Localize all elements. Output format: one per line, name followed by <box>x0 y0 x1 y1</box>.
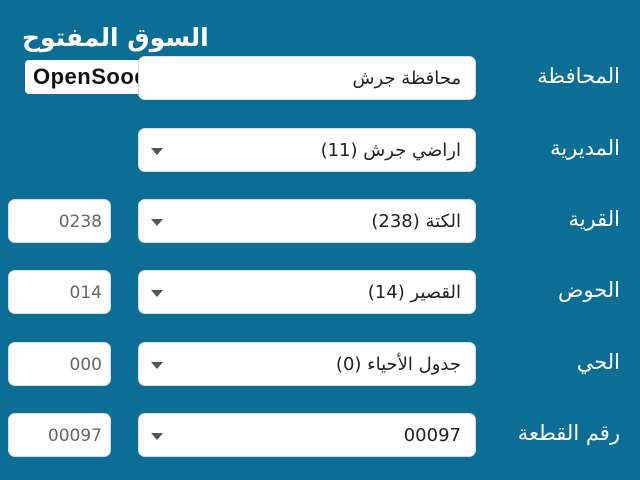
neighborhood-row: الحي جدول الأحياء (0) 000 <box>0 342 640 388</box>
chevron-down-icon <box>151 219 163 226</box>
basin-row: الحوض القصير (14) 014 <box>0 270 640 316</box>
village-code-value: 0238 <box>58 212 102 232</box>
neighborhood-select[interactable]: جدول الأحياء (0) <box>138 342 476 386</box>
governorate-label: المحافظة <box>537 64 620 88</box>
village-value: الكتة (238) <box>371 211 461 232</box>
plot-number-code-field[interactable]: 00097 <box>8 413 111 457</box>
opensooq-arabic-logo: السوق المفتوح <box>22 23 209 52</box>
plot-number-select[interactable]: 00097 <box>138 413 476 457</box>
directorate-select[interactable]: اراضي جرش (11) <box>138 128 476 172</box>
governorate-row: المحافظة محافظة جرش <box>0 56 640 102</box>
chevron-down-icon <box>151 433 163 440</box>
chevron-down-icon <box>151 290 163 297</box>
plot-number-value: 00097 <box>403 425 461 446</box>
plot-number-row: رقم القطعة 00097 00097 <box>0 413 640 459</box>
neighborhood-code-field[interactable]: 000 <box>8 342 111 386</box>
governorate-value: محافظة جرش <box>352 68 461 89</box>
plot-number-label: رقم القطعة <box>517 421 620 445</box>
directorate-value: اراضي جرش (11) <box>320 140 461 161</box>
basin-label: الحوض <box>557 278 620 302</box>
village-label: القرية <box>568 207 620 231</box>
neighborhood-value: جدول الأحياء (0) <box>335 354 461 375</box>
chevron-down-icon <box>151 148 163 155</box>
basin-value: القصير (14) <box>367 282 461 303</box>
neighborhood-label: الحي <box>576 350 620 374</box>
village-row: القرية الكتة (238) 0238 <box>0 199 640 245</box>
directorate-row: المديرية اراضي جرش (11) <box>0 128 640 174</box>
village-select[interactable]: الكتة (238) <box>138 199 476 243</box>
directorate-label: المديرية <box>550 136 620 160</box>
basin-select[interactable]: القصير (14) <box>138 270 476 314</box>
basin-code-value: 014 <box>69 283 102 303</box>
governorate-field[interactable]: محافظة جرش <box>138 56 476 100</box>
basin-code-field[interactable]: 014 <box>8 270 111 314</box>
neighborhood-code-value: 000 <box>69 355 102 375</box>
plot-number-code-value: 00097 <box>47 426 102 446</box>
chevron-down-icon <box>151 362 163 369</box>
village-code-field[interactable]: 0238 <box>8 199 111 243</box>
